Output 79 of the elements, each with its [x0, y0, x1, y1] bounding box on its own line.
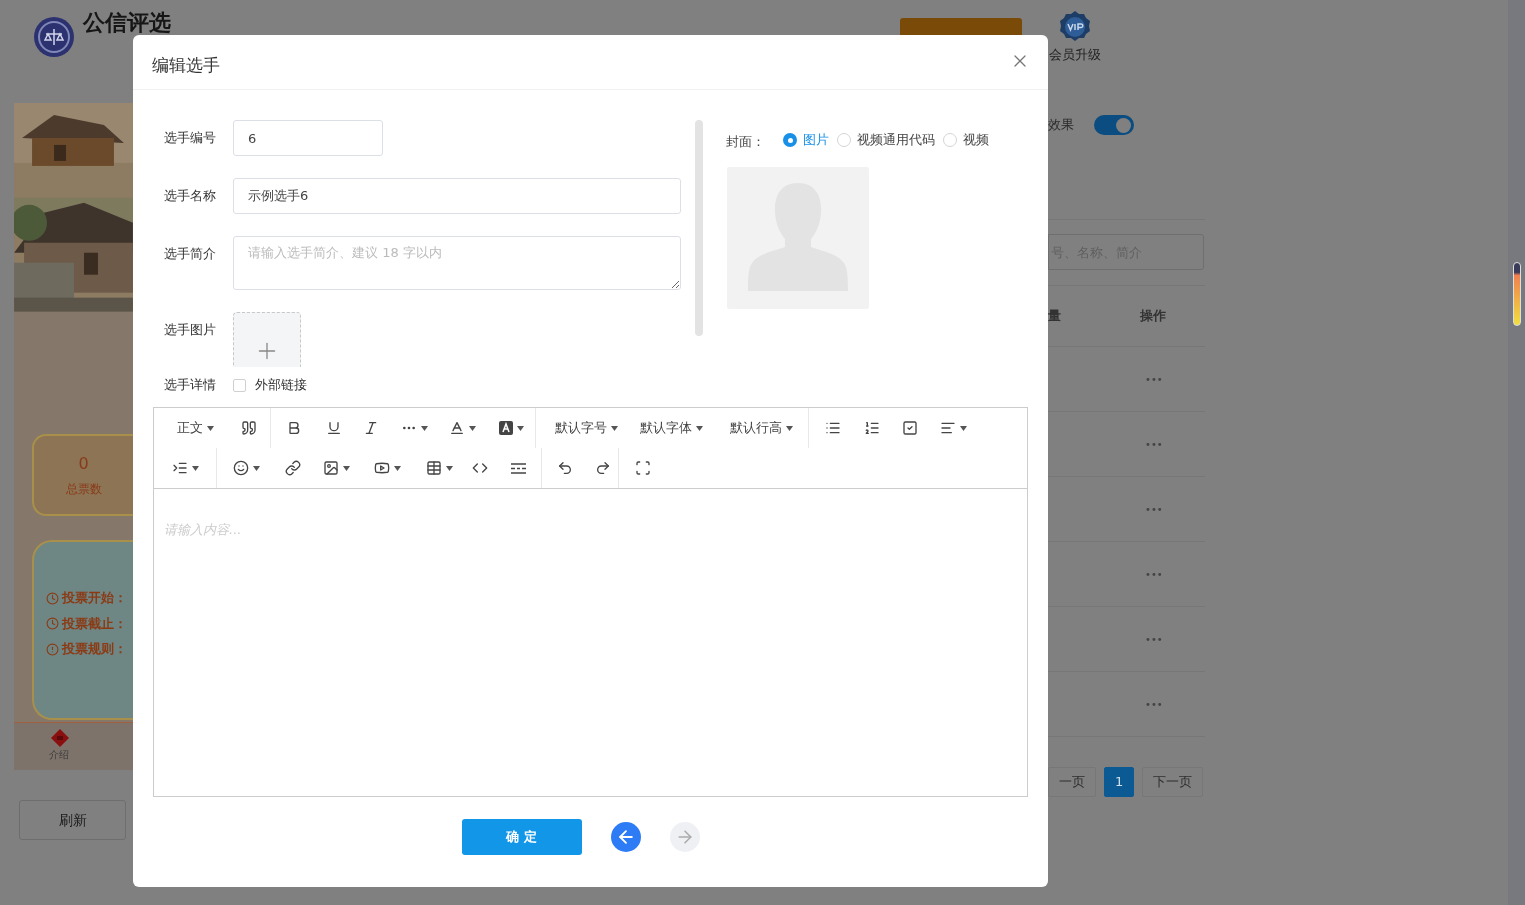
- caret-icon: [420, 425, 428, 431]
- smiley-icon: [232, 460, 249, 476]
- checkbox-icon: [902, 420, 918, 436]
- row-actions[interactable]: •••: [1145, 566, 1163, 582]
- caret-icon: [695, 425, 703, 431]
- font-size-dropdown[interactable]: 默认字号: [536, 408, 628, 448]
- bullet-list-icon: [825, 420, 841, 436]
- field-label: 选手名称: [163, 187, 217, 205]
- row-actions[interactable]: •••: [1145, 696, 1163, 712]
- effect-toggle[interactable]: [1094, 115, 1134, 135]
- cover-radio[interactable]: 图片: [783, 130, 829, 150]
- caret-icon: [393, 465, 401, 471]
- cover-radio[interactable]: 视频通用代码: [837, 130, 935, 150]
- external-link-checkbox[interactable]: 外部链接: [233, 375, 307, 395]
- fullscreen-icon: [635, 460, 651, 476]
- vip-icon: [1058, 10, 1092, 44]
- logo-icon: [33, 16, 75, 58]
- clock-icon: [46, 617, 59, 631]
- refresh-button[interactable]: 刷新: [19, 800, 126, 840]
- intro-nav-icon: [51, 729, 69, 748]
- caret-icon: [191, 465, 199, 471]
- previous-button[interactable]: [610, 822, 641, 852]
- align-icon: [939, 420, 956, 436]
- video-icon: [373, 460, 390, 476]
- info-label: 投票截止：: [62, 614, 127, 633]
- row-actions[interactable]: •••: [1145, 371, 1163, 387]
- field-label: 选手简介: [163, 245, 217, 263]
- effect-label: 效果: [1048, 116, 1074, 135]
- cover-radio[interactable]: 视频: [943, 130, 989, 150]
- caret-icon: [342, 465, 350, 471]
- bold-icon: [286, 420, 302, 436]
- caret-icon: [206, 425, 214, 431]
- font-family-dropdown[interactable]: 默认字体: [628, 408, 714, 448]
- intro-textarea[interactable]: 请输入选手简介、建议 18 字以内: [233, 236, 681, 290]
- caret-icon: [610, 425, 618, 431]
- caret-icon: [959, 425, 967, 431]
- cover-label: 封面：: [726, 133, 765, 152]
- redo-icon: [595, 460, 611, 476]
- column-header: 操作: [1140, 307, 1166, 326]
- scroll-indicator: [1512, 262, 1521, 326]
- dialog-title: 编辑选手: [152, 54, 220, 78]
- text-input[interactable]: 6: [233, 120, 383, 156]
- clock-icon: [46, 591, 59, 605]
- row-actions[interactable]: •••: [1145, 501, 1163, 517]
- numbered-list-icon: [864, 420, 880, 436]
- caret-icon: [252, 465, 260, 471]
- table-icon: [425, 460, 442, 476]
- caret-icon: [516, 425, 524, 431]
- text-input[interactable]: 示例选手6: [233, 178, 681, 214]
- paragraph-dropdown[interactable]: 正文: [154, 408, 228, 448]
- info-label: 投票规则：: [62, 640, 127, 659]
- code-icon: [472, 460, 488, 476]
- vip-label: 会员升级: [1049, 46, 1101, 64]
- quote-icon: [241, 420, 257, 436]
- caret-icon: [785, 425, 793, 431]
- line-height-dropdown[interactable]: 默认行高: [714, 408, 808, 448]
- info-label: 投票开始：: [62, 589, 127, 608]
- alert-icon: [46, 642, 59, 656]
- column-header: 量: [1048, 307, 1062, 326]
- indent-icon: [171, 460, 188, 476]
- field-label: 选手图片: [163, 321, 217, 339]
- background-color-icon: [498, 421, 513, 435]
- caret-icon: [468, 425, 476, 431]
- horizontal-rule-icon: [510, 462, 526, 474]
- image-icon: [322, 460, 339, 476]
- caret-icon: [445, 465, 453, 471]
- italic-icon: [363, 420, 379, 436]
- logo-text: 公信评选: [83, 12, 171, 34]
- field-label: 选手编号: [163, 129, 217, 147]
- row-actions[interactable]: •••: [1145, 436, 1163, 452]
- page-button[interactable]: 1: [1104, 767, 1135, 797]
- underline-icon: [326, 420, 342, 436]
- confirm-button[interactable]: 确 定: [461, 819, 582, 855]
- vote-count: 0: [78, 453, 89, 476]
- link-icon: [285, 460, 301, 476]
- row-actions[interactable]: •••: [1145, 631, 1163, 647]
- detail-label: 选手详情: [164, 376, 217, 395]
- font-color-icon: [448, 420, 465, 436]
- undo-icon: [557, 460, 573, 476]
